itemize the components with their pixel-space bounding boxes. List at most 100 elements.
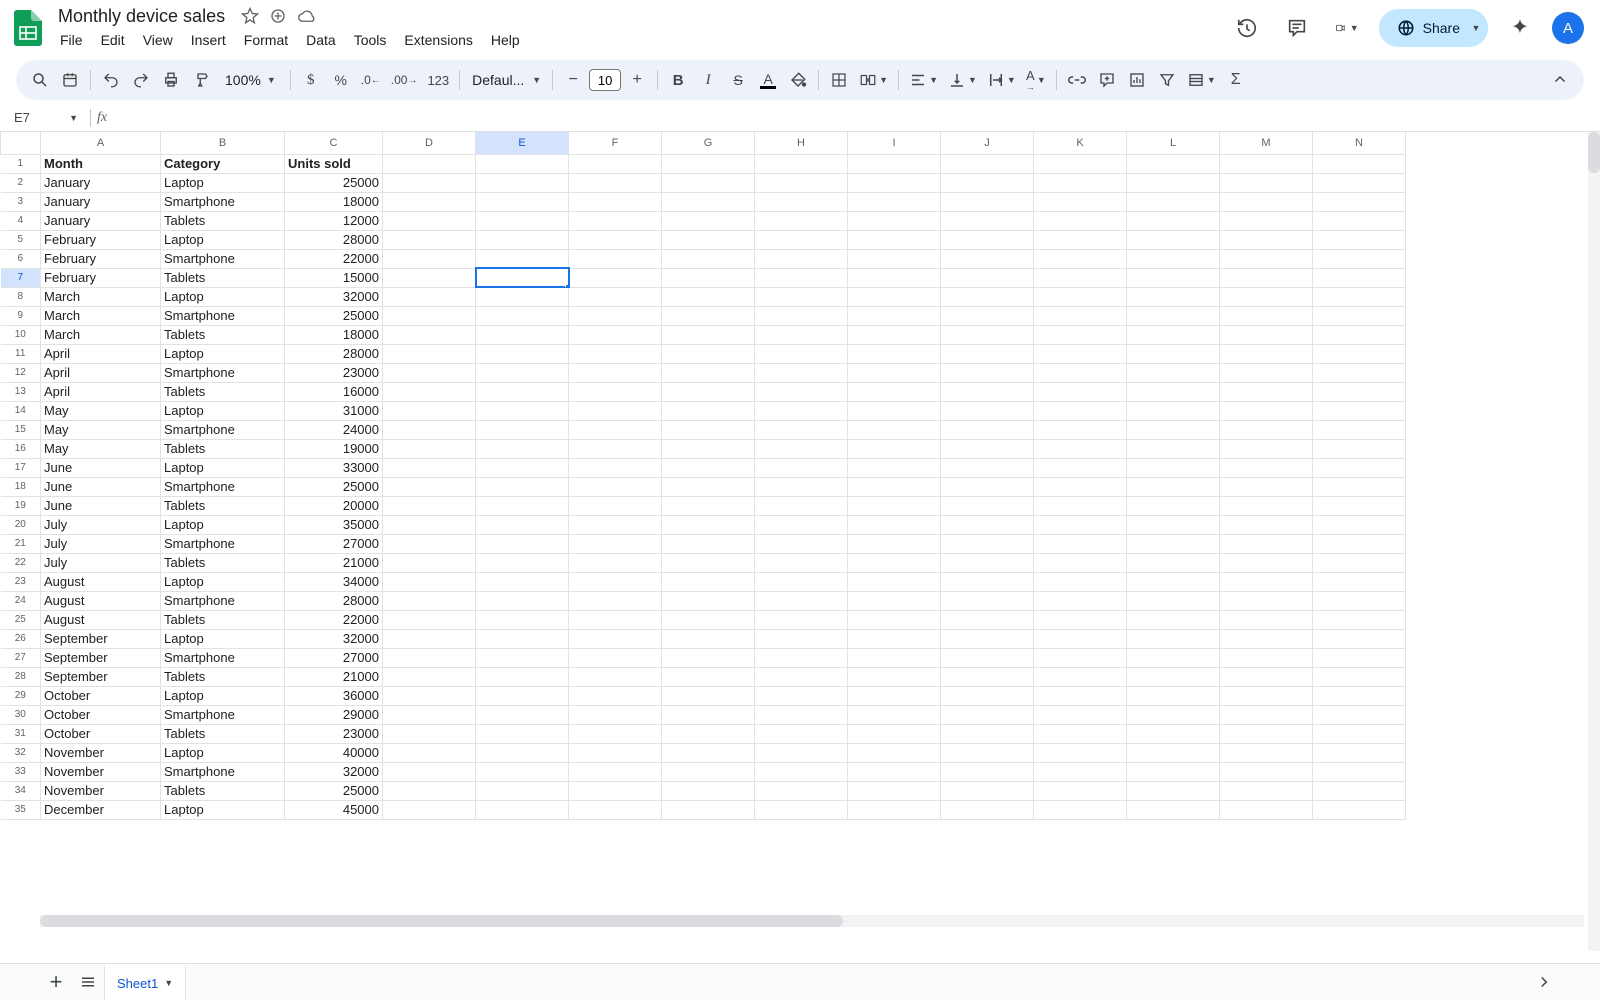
cell-K31[interactable]: [1034, 724, 1127, 743]
borders-icon[interactable]: [825, 66, 853, 94]
row-header-30[interactable]: 30: [1, 705, 41, 724]
cell-J12[interactable]: [941, 363, 1034, 382]
cell-M13[interactable]: [1220, 382, 1313, 401]
col-header-J[interactable]: J: [941, 132, 1034, 154]
cell-B35[interactable]: Laptop: [161, 800, 285, 819]
undo-icon[interactable]: [97, 66, 125, 94]
cell-I16[interactable]: [848, 439, 941, 458]
cell-K17[interactable]: [1034, 458, 1127, 477]
cell-I22[interactable]: [848, 553, 941, 572]
cell-B21[interactable]: Smartphone: [161, 534, 285, 553]
cell-K10[interactable]: [1034, 325, 1127, 344]
cell-C17[interactable]: 33000: [285, 458, 383, 477]
cell-I18[interactable]: [848, 477, 941, 496]
cell-M32[interactable]: [1220, 743, 1313, 762]
cell-I8[interactable]: [848, 287, 941, 306]
cell-I33[interactable]: [848, 762, 941, 781]
cell-D5[interactable]: [383, 230, 476, 249]
cell-F33[interactable]: [569, 762, 662, 781]
cell-M1[interactable]: [1220, 154, 1313, 173]
currency-icon[interactable]: $: [297, 66, 325, 94]
cell-C18[interactable]: 25000: [285, 477, 383, 496]
comments-icon[interactable]: [1279, 10, 1315, 46]
cell-B15[interactable]: Smartphone: [161, 420, 285, 439]
cell-C25[interactable]: 22000: [285, 610, 383, 629]
cell-N10[interactable]: [1313, 325, 1406, 344]
cell-K24[interactable]: [1034, 591, 1127, 610]
cell-J28[interactable]: [941, 667, 1034, 686]
cell-E28[interactable]: [476, 667, 569, 686]
cell-C26[interactable]: 32000: [285, 629, 383, 648]
calendar-icon[interactable]: [56, 66, 84, 94]
cell-H22[interactable]: [755, 553, 848, 572]
col-header-N[interactable]: N: [1313, 132, 1406, 154]
row-header-18[interactable]: 18: [1, 477, 41, 496]
cell-N20[interactable]: [1313, 515, 1406, 534]
cell-M30[interactable]: [1220, 705, 1313, 724]
cell-C11[interactable]: 28000: [285, 344, 383, 363]
cell-A7[interactable]: February: [41, 268, 161, 287]
cell-C30[interactable]: 29000: [285, 705, 383, 724]
cell-N6[interactable]: [1313, 249, 1406, 268]
cell-I2[interactable]: [848, 173, 941, 192]
cell-H23[interactable]: [755, 572, 848, 591]
cell-B2[interactable]: Laptop: [161, 173, 285, 192]
cell-A12[interactable]: April: [41, 363, 161, 382]
cell-K4[interactable]: [1034, 211, 1127, 230]
cell-D14[interactable]: [383, 401, 476, 420]
cell-J32[interactable]: [941, 743, 1034, 762]
cell-A14[interactable]: May: [41, 401, 161, 420]
cell-N5[interactable]: [1313, 230, 1406, 249]
cell-A11[interactable]: April: [41, 344, 161, 363]
row-header-23[interactable]: 23: [1, 572, 41, 591]
cell-B30[interactable]: Smartphone: [161, 705, 285, 724]
cell-J1[interactable]: [941, 154, 1034, 173]
row-header-26[interactable]: 26: [1, 629, 41, 648]
cell-I19[interactable]: [848, 496, 941, 515]
cell-F10[interactable]: [569, 325, 662, 344]
cell-G20[interactable]: [662, 515, 755, 534]
col-header-A[interactable]: A: [41, 132, 161, 154]
cell-E3[interactable]: [476, 192, 569, 211]
cell-F17[interactable]: [569, 458, 662, 477]
cell-N8[interactable]: [1313, 287, 1406, 306]
cell-C32[interactable]: 40000: [285, 743, 383, 762]
cell-M16[interactable]: [1220, 439, 1313, 458]
cell-B17[interactable]: Laptop: [161, 458, 285, 477]
cell-I10[interactable]: [848, 325, 941, 344]
col-header-D[interactable]: D: [383, 132, 476, 154]
cell-I27[interactable]: [848, 648, 941, 667]
meet-button[interactable]: ▼: [1329, 10, 1365, 46]
cell-L3[interactable]: [1127, 192, 1220, 211]
cell-I29[interactable]: [848, 686, 941, 705]
cell-E16[interactable]: [476, 439, 569, 458]
row-header-21[interactable]: 21: [1, 534, 41, 553]
cell-G25[interactable]: [662, 610, 755, 629]
cell-D3[interactable]: [383, 192, 476, 211]
cell-K16[interactable]: [1034, 439, 1127, 458]
cell-L5[interactable]: [1127, 230, 1220, 249]
cell-E5[interactable]: [476, 230, 569, 249]
cell-A21[interactable]: July: [41, 534, 161, 553]
cell-A3[interactable]: January: [41, 192, 161, 211]
cell-F12[interactable]: [569, 363, 662, 382]
cell-L2[interactable]: [1127, 173, 1220, 192]
cell-C24[interactable]: 28000: [285, 591, 383, 610]
cell-K27[interactable]: [1034, 648, 1127, 667]
cell-N17[interactable]: [1313, 458, 1406, 477]
cell-G17[interactable]: [662, 458, 755, 477]
cell-G15[interactable]: [662, 420, 755, 439]
menu-format[interactable]: Format: [236, 28, 296, 52]
cell-H32[interactable]: [755, 743, 848, 762]
cell-H29[interactable]: [755, 686, 848, 705]
cell-A29[interactable]: October: [41, 686, 161, 705]
table-view-icon[interactable]: ▼: [1183, 66, 1220, 94]
cell-B20[interactable]: Laptop: [161, 515, 285, 534]
cell-F21[interactable]: [569, 534, 662, 553]
cell-L15[interactable]: [1127, 420, 1220, 439]
cell-K23[interactable]: [1034, 572, 1127, 591]
cell-C10[interactable]: 18000: [285, 325, 383, 344]
cell-B12[interactable]: Smartphone: [161, 363, 285, 382]
cell-C1[interactable]: Units sold: [285, 154, 383, 173]
menu-tools[interactable]: Tools: [346, 28, 395, 52]
